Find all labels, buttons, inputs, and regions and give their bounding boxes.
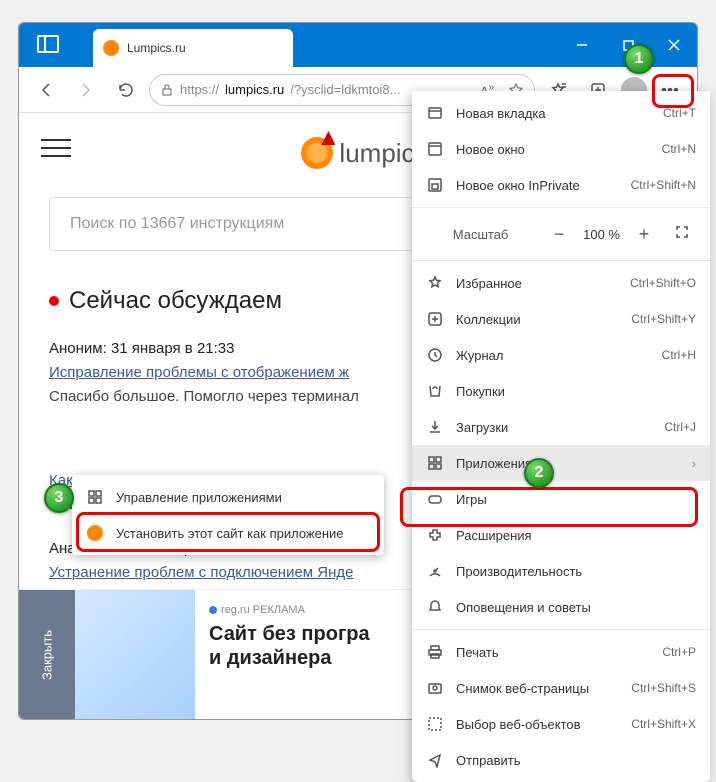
site-icon	[87, 525, 103, 541]
apps-submenu: Управление приложениями Установить этот …	[72, 475, 384, 555]
lock-icon	[160, 83, 174, 97]
menu-print[interactable]: ПечатьCtrl+P	[412, 634, 710, 670]
bullet-icon	[49, 296, 59, 306]
menu-screenshot[interactable]: Снимок веб-страницыCtrl+Shift+S	[412, 670, 710, 706]
submenu-manage-apps[interactable]: Управление приложениями	[72, 479, 384, 515]
menu-games[interactable]: Игры	[412, 481, 710, 517]
url-rest: /?ysclid=ldkmtoi8...	[290, 82, 400, 97]
menu-zoom: Масштаб − 100 % +	[412, 212, 710, 256]
menu-downloads[interactable]: ЗагрузкиCtrl+J	[412, 409, 710, 445]
menu-apps[interactable]: Приложения›	[412, 445, 710, 481]
url-host: lumpics.ru	[225, 82, 284, 97]
ad-image	[75, 590, 195, 719]
close-button[interactable]	[651, 23, 697, 67]
menu-collections[interactable]: КоллекцииCtrl+Shift+Y	[412, 301, 710, 337]
callout-3: 3	[44, 483, 74, 513]
menu-share[interactable]: Отправить	[412, 742, 710, 778]
ad-close-button[interactable]: Закрыть	[19, 590, 75, 719]
menu-new-window[interactable]: Новое окноCtrl+N	[412, 131, 710, 167]
menu-favorites[interactable]: ИзбранноеCtrl+Shift+O	[412, 265, 710, 301]
menu-icon[interactable]	[41, 133, 71, 157]
titlebar: Lumpics.ru	[19, 23, 697, 67]
callout-2: 2	[524, 458, 554, 488]
back-button[interactable]	[29, 73, 63, 107]
menu-new-tab[interactable]: Новая вкладкаCtrl+T	[412, 95, 710, 131]
tab-title: Lumpics.ru	[127, 41, 186, 55]
zoom-out-button[interactable]: −	[545, 224, 573, 245]
menu-new-private[interactable]: Новое окно InPrivateCtrl+Shift+N	[412, 167, 710, 203]
zoom-value: 100 %	[583, 227, 620, 242]
tab-actions-icon[interactable]	[37, 35, 59, 53]
callout-1: 1	[624, 44, 654, 74]
logo-text: lumpic	[339, 138, 414, 169]
menu-shopping[interactable]: Покупки	[412, 373, 710, 409]
logo-icon	[301, 137, 333, 169]
fullscreen-button[interactable]	[668, 224, 696, 245]
forward-button[interactable]	[69, 73, 103, 107]
minimize-button[interactable]	[559, 23, 605, 67]
chevron-right-icon: ›	[692, 456, 696, 471]
refresh-button[interactable]	[109, 73, 143, 107]
browser-menu: Новая вкладкаCtrl+T Новое окноCtrl+N Нов…	[412, 91, 710, 782]
menu-alerts[interactable]: Оповещения и советы	[412, 589, 710, 625]
url-prefix: https://	[180, 82, 219, 97]
menu-select[interactable]: Выбор веб-объектовCtrl+Shift+X	[412, 706, 710, 742]
menu-history[interactable]: ЖурналCtrl+H	[412, 337, 710, 373]
submenu-install-app[interactable]: Установить этот сайт как приложение	[72, 515, 384, 551]
menu-extensions[interactable]: Расширения	[412, 517, 710, 553]
menu-performance[interactable]: Производительность	[412, 553, 710, 589]
browser-tab[interactable]: Lumpics.ru	[93, 29, 293, 67]
favicon-icon	[103, 40, 119, 56]
zoom-in-button[interactable]: +	[630, 224, 658, 245]
